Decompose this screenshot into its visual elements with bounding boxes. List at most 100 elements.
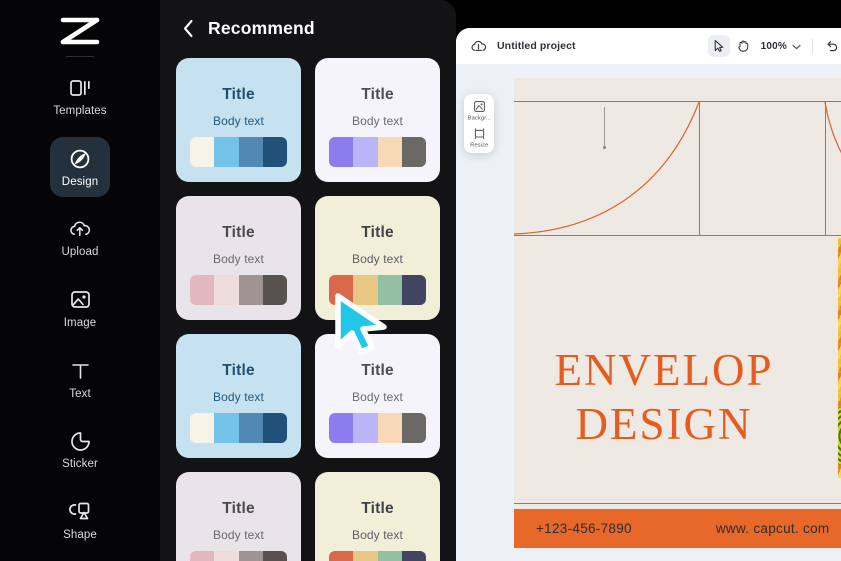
color-swatch [377, 137, 402, 167]
theme-card-title: Title [361, 362, 394, 379]
color-swatch [377, 551, 402, 561]
design-icon [68, 147, 92, 171]
theme-card-grid: Title Body text Title Body text Title Body te… [160, 56, 456, 561]
color-swatch [214, 413, 239, 443]
theme-card-body: Body text [213, 114, 264, 128]
theme-card-body: Body text [213, 528, 264, 542]
color-swatch [329, 275, 354, 305]
mini-tool-label: Backgr... [467, 114, 491, 121]
color-swatch [401, 551, 426, 561]
theme-swatch-strip [329, 551, 426, 561]
color-swatch [214, 551, 239, 561]
sidebar-item-design[interactable]: Design [50, 137, 110, 197]
canvas-mini-toolbar: Backgr... Resize [464, 94, 494, 153]
sidebar-item-label: Shape [63, 528, 97, 541]
color-swatch [401, 275, 426, 305]
resize-tool[interactable]: Resize [465, 127, 493, 148]
theme-card-body: Body text [213, 390, 264, 404]
color-swatch [329, 137, 354, 167]
theme-card-body: Body text [352, 528, 403, 542]
color-swatch [353, 275, 378, 305]
background-tool[interactable]: Backgr... [465, 100, 493, 121]
color-swatch [329, 413, 354, 443]
sidebar-item-label: Text [69, 387, 91, 400]
footer-contact-bar: +123-456-7890 www. capcut. com [514, 509, 841, 548]
color-swatch [190, 137, 215, 167]
sidebar-item-shape[interactable]: Shape [50, 490, 110, 550]
app-root: Templates Design Upload Image Text Stick… [0, 0, 841, 561]
theme-card[interactable]: Title Body text [176, 196, 301, 320]
chevron-left-icon[interactable] [182, 18, 194, 38]
sidebar-item-sticker[interactable]: Sticker [50, 420, 110, 480]
sticker-icon [68, 429, 92, 453]
theme-card[interactable]: Title Body text [315, 472, 440, 561]
theme-card-body: Body text [352, 390, 403, 404]
phone-number: +123-456-7890 [536, 521, 632, 536]
theme-card-title: Title [361, 86, 394, 103]
theme-card-title: Title [222, 224, 255, 241]
cursor-pointer-icon[interactable] [707, 35, 730, 57]
theme-card-title: Title [222, 362, 255, 379]
capcut-logo-icon[interactable] [56, 14, 104, 48]
headline-line-2: DESIGN [575, 399, 753, 449]
project-name[interactable]: Untitled project [497, 40, 576, 52]
decorative-curves [514, 101, 841, 235]
background-icon [473, 100, 486, 113]
hand-grab-icon[interactable] [733, 35, 755, 57]
rule-above-tagline [514, 503, 841, 505]
color-swatch [401, 413, 426, 443]
theme-swatch-strip [190, 137, 287, 167]
toolbar-divider [812, 38, 813, 54]
theme-card-title: Title [361, 500, 394, 517]
image-icon [68, 288, 92, 312]
theme-card[interactable]: Title Body text [176, 334, 301, 458]
undo-arrow-icon[interactable] [821, 35, 841, 57]
sidebar-item-label: Upload [61, 246, 99, 259]
color-swatch [401, 137, 426, 167]
design-document[interactable]: ENVELOPE [514, 78, 841, 548]
upload-cloud-icon [68, 217, 92, 241]
panel-title: Recommend [208, 17, 315, 38]
zoom-control[interactable]: 100% [758, 37, 804, 55]
theme-card-body: Body text [213, 252, 264, 266]
theme-card[interactable]: Title Body text [176, 472, 301, 561]
color-swatch [238, 137, 263, 167]
headline-line-1: ENVELOP [554, 345, 774, 395]
theme-swatch-strip [190, 413, 287, 443]
cloud-sync-icon[interactable] [470, 38, 487, 55]
theme-swatch-strip [190, 275, 287, 305]
chevron-down-icon [792, 37, 801, 55]
zoom-level: 100% [760, 40, 787, 52]
canvas-area[interactable]: Backgr... Resize ENVELOPE [456, 64, 841, 561]
theme-card-body: Body text [352, 114, 403, 128]
theme-swatch-strip [329, 275, 426, 305]
color-swatch [190, 413, 215, 443]
theme-card-title: Title [361, 224, 394, 241]
theme-card[interactable]: Title Body text [315, 196, 440, 320]
color-swatch [190, 275, 215, 305]
sidebar-item-upload[interactable]: Upload [50, 208, 110, 268]
sidebar-item-text[interactable]: Text [50, 349, 110, 409]
sidebar-item-label: Sticker [62, 458, 98, 471]
color-swatch [214, 137, 239, 167]
templates-icon [68, 76, 92, 100]
color-swatch [238, 275, 263, 305]
color-swatch [238, 413, 263, 443]
toolbar-right-group: 100% [707, 28, 841, 64]
theme-card[interactable]: Title Body text [176, 58, 301, 182]
color-swatch [262, 413, 287, 443]
theme-swatch-strip [329, 413, 426, 443]
sidebar-item-templates[interactable]: Templates [50, 67, 110, 127]
recommend-panel: Recommend Title Body text Title Body text Ti… [160, 0, 456, 561]
sidebar-item-label: Templates [53, 105, 107, 118]
theme-card-title: Title [222, 500, 255, 517]
sidebar-item-image[interactable]: Image [50, 279, 110, 339]
color-swatch [329, 551, 354, 561]
theme-card[interactable]: Title Body text [315, 334, 440, 458]
panel-header: Recommend [160, 0, 456, 56]
color-swatch [262, 551, 287, 561]
theme-card-title: Title [222, 86, 255, 103]
left-nav-rail: Templates Design Upload Image Text Stick… [0, 0, 160, 561]
theme-card[interactable]: Title Body text [315, 58, 440, 182]
shape-icon [68, 500, 92, 524]
